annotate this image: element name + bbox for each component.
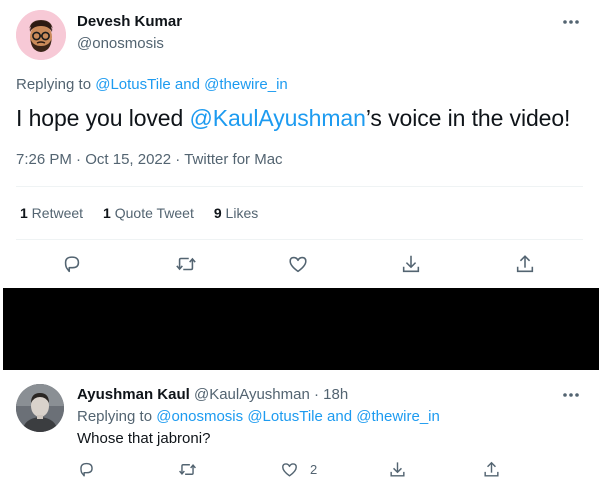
tweet-text-end: ’s voice in the video! xyxy=(365,105,571,131)
bookmark-icon[interactable] xyxy=(400,253,422,275)
reply-author-handle[interactable]: @KaulAyushman xyxy=(190,386,310,403)
retweets-label: Retweet xyxy=(27,205,84,221)
mention-link[interactable]: @onosmosis xyxy=(156,408,243,425)
retweets-count: 1 xyxy=(20,205,28,221)
mention-link[interactable]: @KaulAyushman xyxy=(189,105,365,131)
mention-link[interactable]: @thewire_in xyxy=(204,76,288,93)
replying-prefix: Replying to xyxy=(77,408,157,425)
likes-count: 9 xyxy=(213,205,222,221)
meta-separator: · xyxy=(71,151,86,168)
quote-tweets-stat[interactable]: 1 Quote Tweet xyxy=(103,205,194,221)
replying-to: Replying to @LotusTile and @thewire_in xyxy=(16,76,288,93)
reply-icon[interactable] xyxy=(61,253,83,275)
avatar[interactable] xyxy=(16,384,64,432)
author-handle[interactable]: @onosmosis xyxy=(77,35,164,52)
reply-time-separator: · xyxy=(309,386,324,403)
tweet-date[interactable]: Oct 15, 2022 xyxy=(85,151,171,168)
like-count: 2 xyxy=(310,462,318,477)
meta-separator: · xyxy=(171,151,185,168)
replying-prefix: Replying to xyxy=(16,76,96,93)
retweet-icon[interactable] xyxy=(178,460,197,479)
retweet-icon[interactable] xyxy=(175,253,197,275)
quotes-count: 1 xyxy=(103,205,111,221)
likes-stat[interactable]: 9 Likes xyxy=(214,205,258,221)
likes-label: Likes xyxy=(221,205,259,221)
author-name[interactable]: Devesh Kumar xyxy=(77,13,182,30)
avatar[interactable] xyxy=(16,10,66,60)
replying-to: Replying to @onosmosis @LotusTile and @t… xyxy=(77,408,440,425)
mention-link[interactable]: @LotusTile xyxy=(243,408,323,425)
heart-icon[interactable] xyxy=(287,253,309,275)
more-icon[interactable] xyxy=(559,385,583,405)
tweet-meta: 7:26 PM · Oct 15, 2022 · Twitter for Mac xyxy=(16,151,283,168)
tweet-text: I hope you loved @KaulAyushman’s voice i… xyxy=(16,105,570,132)
tweet-time[interactable]: 7:26 PM xyxy=(16,151,72,168)
tweet-stats: 1 Retweet 1 Quote Tweet 9 Likes xyxy=(20,205,258,221)
share-icon[interactable] xyxy=(514,253,536,275)
bookmark-icon[interactable] xyxy=(388,460,407,479)
divider xyxy=(16,239,583,240)
share-icon[interactable] xyxy=(482,460,501,479)
reply-header: Ayushman Kaul @KaulAyushman · 18h xyxy=(77,386,348,403)
heart-icon[interactable] xyxy=(280,460,299,479)
mention-link[interactable]: @LotusTile xyxy=(95,76,171,93)
reply-icon[interactable] xyxy=(77,460,96,479)
tweet-text-start: I hope you loved xyxy=(16,105,190,131)
more-icon[interactable] xyxy=(559,12,583,32)
main-tweet: Devesh Kumar @onosmosis Replying to @Lot… xyxy=(0,0,599,288)
replying-and: and xyxy=(170,76,205,93)
replying-and: and xyxy=(322,408,357,425)
retweets-stat[interactable]: 1 Retweet xyxy=(20,205,83,221)
mention-link[interactable]: @thewire_in xyxy=(356,408,440,425)
quotes-label: Quote Tweet xyxy=(110,205,194,221)
reply-text: Whose that jabroni? xyxy=(77,430,211,447)
reply-author-name[interactable]: Ayushman Kaul xyxy=(77,386,190,403)
redacted-block xyxy=(3,288,599,370)
tweet-source[interactable]: Twitter for Mac xyxy=(184,151,282,168)
divider xyxy=(16,186,583,187)
reply-time[interactable]: 18h xyxy=(323,386,348,403)
